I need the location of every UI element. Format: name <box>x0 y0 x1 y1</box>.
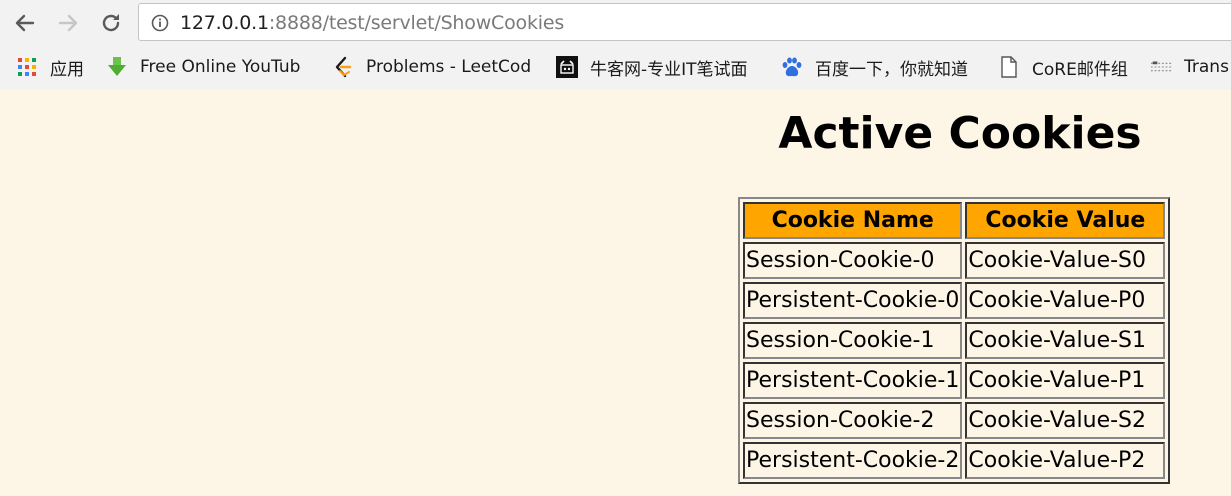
nowcoder-icon <box>556 56 578 78</box>
bookmark-label: 应用 <box>50 59 84 80</box>
forward-button[interactable] <box>52 7 84 39</box>
bookmarks-bar: 应用 Free Online YouTub Problems - LeetCod <box>0 46 1231 89</box>
baidu-paw-icon <box>781 56 803 78</box>
cookie-value-cell: Cookie-Value-P2 <box>965 442 1166 479</box>
apps-grid-icon <box>16 56 38 78</box>
page-title: Active Cookies <box>778 108 1142 159</box>
table-row: Session-Cookie-0 Cookie-Value-S0 <box>743 242 1166 279</box>
reload-button[interactable] <box>95 7 127 39</box>
browser-chrome: 127.0.0.1:8888/test/servlet/ShowCookies … <box>0 0 1231 91</box>
bookmark-label: Free Online YouTub <box>140 57 301 77</box>
table-row: Persistent-Cookie-2 Cookie-Value-P2 <box>743 442 1166 479</box>
bookmark-label: 牛客网-专业IT笔试面 <box>590 59 748 80</box>
cookies-table: Cookie Name Cookie Value Session-Cookie-… <box>738 197 1171 484</box>
table-row: Persistent-Cookie-1 Cookie-Value-P1 <box>743 362 1166 399</box>
back-arrow-icon <box>15 14 35 32</box>
bookmark-nowcoder[interactable]: 牛客网-专业IT笔试面 <box>556 54 764 80</box>
table-row: Session-Cookie-1 Cookie-Value-S1 <box>743 322 1166 359</box>
navigation-bar: 127.0.0.1:8888/test/servlet/ShowCookies <box>0 0 1231 46</box>
cookie-name-cell: Session-Cookie-1 <box>743 322 963 359</box>
back-button[interactable] <box>9 7 41 39</box>
cookie-value-cell: Cookie-Value-S2 <box>965 402 1166 439</box>
bookmark-label: Trans <box>1184 57 1229 77</box>
bookmark-translate[interactable]: Trans <box>1150 54 1231 80</box>
bookmark-youtube-download[interactable]: Free Online YouTub <box>106 54 314 80</box>
table-row: Session-Cookie-2 Cookie-Value-S2 <box>743 402 1166 439</box>
column-header-cookie-name: Cookie Name <box>743 202 963 239</box>
leetcode-icon <box>332 56 354 78</box>
url-host: 127.0.0.1 <box>180 12 269 34</box>
translate-icon <box>1150 56 1172 78</box>
download-arrow-icon <box>106 56 128 78</box>
bookmark-label: Problems - LeetCod <box>366 57 532 77</box>
bookmark-apps[interactable]: 应用 <box>16 54 96 80</box>
bookmark-label: 百度一下，你就知道 <box>815 59 968 80</box>
bookmark-label: CoRE邮件组 <box>1032 59 1128 80</box>
address-bar[interactable]: 127.0.0.1:8888/test/servlet/ShowCookies <box>138 3 1231 41</box>
url-text: 127.0.0.1:8888/test/servlet/ShowCookies <box>180 11 564 35</box>
bookmark-baidu[interactable]: 百度一下，你就知道 <box>781 54 981 80</box>
reload-icon <box>102 14 120 32</box>
column-header-cookie-value: Cookie Value <box>965 202 1166 239</box>
url-path: :8888/test/servlet/ShowCookies <box>268 12 565 34</box>
forward-arrow-icon <box>58 14 78 32</box>
bookmark-leetcode[interactable]: Problems - LeetCod <box>332 54 540 80</box>
info-icon[interactable] <box>151 14 169 32</box>
page-icon <box>998 56 1020 78</box>
cookie-value-cell: Cookie-Value-S1 <box>965 322 1166 359</box>
cookie-name-cell: Persistent-Cookie-2 <box>743 442 963 479</box>
bookmark-core-mail[interactable]: CoRE邮件组 <box>998 54 1138 80</box>
cookie-name-cell: Persistent-Cookie-0 <box>743 282 963 319</box>
cookie-value-cell: Cookie-Value-P1 <box>965 362 1166 399</box>
table-row: Persistent-Cookie-0 Cookie-Value-P0 <box>743 282 1166 319</box>
cookie-value-cell: Cookie-Value-P0 <box>965 282 1166 319</box>
page-content: Active Cookies Cookie Name Cookie Value … <box>0 90 1231 496</box>
cookie-value-cell: Cookie-Value-S0 <box>965 242 1166 279</box>
table-header-row: Cookie Name Cookie Value <box>743 202 1166 239</box>
cookie-name-cell: Session-Cookie-2 <box>743 402 963 439</box>
cookie-name-cell: Persistent-Cookie-1 <box>743 362 963 399</box>
cookie-name-cell: Session-Cookie-0 <box>743 242 963 279</box>
